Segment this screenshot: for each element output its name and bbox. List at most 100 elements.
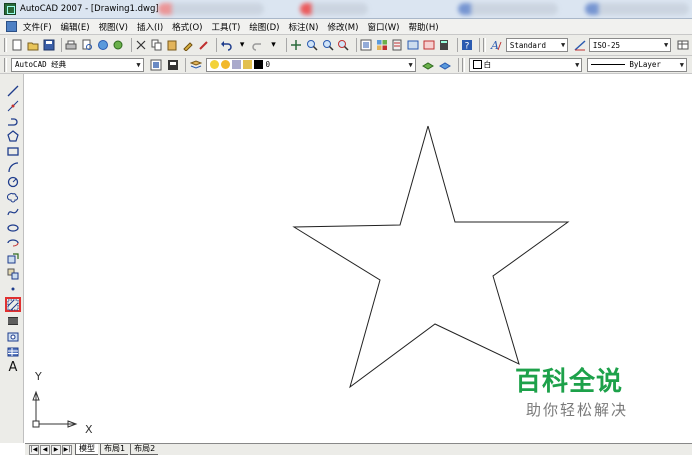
open-folder-icon[interactable] xyxy=(27,38,40,52)
make-object-layer-current-icon[interactable] xyxy=(421,58,435,72)
menu-help[interactable]: 帮助(H) xyxy=(409,21,439,33)
new-file-icon[interactable] xyxy=(11,38,24,52)
ellipse-arc-icon[interactable] xyxy=(6,236,20,249)
undo-dropdown-icon[interactable]: ▾ xyxy=(236,38,249,52)
autocad-app-icon[interactable] xyxy=(4,3,16,15)
chevron-down-icon: ▼ xyxy=(575,60,580,69)
dimension-style-select[interactable]: ISO-25 ▼ xyxy=(588,38,672,52)
tab-layout1[interactable]: 布局1 xyxy=(100,444,129,455)
menu-window[interactable]: 窗口(W) xyxy=(367,21,399,33)
viewport-freeze-icon[interactable] xyxy=(232,60,242,69)
spline-icon[interactable] xyxy=(6,205,20,218)
3d-dwf-icon[interactable] xyxy=(112,38,125,52)
polyline-icon[interactable] xyxy=(6,114,20,127)
cut-icon[interactable] xyxy=(135,38,148,52)
polygon-icon[interactable] xyxy=(6,129,20,142)
menu-dimension[interactable]: 标注(N) xyxy=(288,21,318,33)
point-icon[interactable] xyxy=(6,282,20,295)
toolbar-grip[interactable] xyxy=(483,38,487,52)
workspace-select[interactable]: AutoCAD 经典 ▼ xyxy=(11,57,144,72)
undo-icon[interactable] xyxy=(220,38,233,52)
menu-format[interactable]: 格式(O) xyxy=(172,21,202,33)
previous-tab-button[interactable]: ◀ xyxy=(40,444,50,455)
toolbar-grip[interactable] xyxy=(461,57,465,72)
make-block-icon[interactable] xyxy=(6,267,20,280)
text-style-icon[interactable]: A xyxy=(490,38,503,52)
sun-icon[interactable] xyxy=(221,60,231,69)
revision-cloud-icon[interactable] xyxy=(6,190,20,203)
save-icon[interactable] xyxy=(42,38,55,52)
layer-previous-icon[interactable] xyxy=(438,58,452,72)
linetype-control-select[interactable]: ByLayer ▼ xyxy=(587,57,687,72)
zoom-realtime-icon[interactable] xyxy=(305,38,318,52)
layer-manager-icon[interactable] xyxy=(189,58,203,72)
paste-icon[interactable] xyxy=(166,38,179,52)
calculator-icon[interactable] xyxy=(438,38,451,52)
menu-edit[interactable]: 编辑(E) xyxy=(61,21,90,33)
rectangle-icon[interactable] xyxy=(6,144,20,157)
tool-palettes-icon[interactable] xyxy=(391,38,404,52)
print-icon[interactable] xyxy=(65,38,78,52)
layer-select[interactable]: 0 ▼ xyxy=(206,57,416,72)
dimension-style-value: ISO-25 xyxy=(592,40,620,50)
design-center-icon[interactable] xyxy=(375,38,388,52)
chevron-down-icon: ▼ xyxy=(664,41,669,49)
toolbar-grip[interactable] xyxy=(4,57,7,72)
menu-modify[interactable]: 修改(M) xyxy=(327,21,358,33)
zoom-previous-icon[interactable] xyxy=(337,38,350,52)
properties-icon[interactable] xyxy=(360,38,373,52)
arc-icon[interactable] xyxy=(6,160,20,173)
match-properties-icon[interactable] xyxy=(182,38,195,52)
lock-icon[interactable] xyxy=(243,60,253,69)
layout-tab-bar: |◀ ◀ ▶ ▶| 模型 布局1 布局2 xyxy=(25,443,692,455)
multiline-text-icon[interactable]: A xyxy=(6,360,20,375)
dimension-style-icon[interactable] xyxy=(573,38,586,52)
toolbar-separator xyxy=(61,38,62,52)
text-style-select[interactable]: Standard ▼ xyxy=(505,38,569,52)
first-tab-button[interactable]: |◀ xyxy=(29,444,39,455)
print-preview-icon[interactable] xyxy=(81,38,94,52)
menu-view[interactable]: 视图(V) xyxy=(99,21,128,33)
gradient-icon[interactable] xyxy=(6,314,20,327)
insert-block-icon[interactable] xyxy=(6,252,20,265)
linetype-value: ByLayer xyxy=(629,60,661,69)
markup-set-manager-icon[interactable] xyxy=(422,38,435,52)
workspace-settings-icon[interactable] xyxy=(149,58,163,72)
chevron-down-icon: ▼ xyxy=(408,60,413,69)
draw-toolbar: A xyxy=(0,74,24,443)
star-shape[interactable] xyxy=(292,125,570,389)
help-icon[interactable]: ? xyxy=(461,38,474,52)
ellipse-icon[interactable] xyxy=(6,221,20,234)
document-icon[interactable] xyxy=(6,21,17,32)
last-tab-button[interactable]: ▶| xyxy=(62,444,72,455)
menu-insert[interactable]: 插入(I) xyxy=(137,21,163,33)
menu-file[interactable]: 文件(F) xyxy=(23,21,52,33)
line-icon[interactable] xyxy=(6,84,20,97)
region-icon[interactable] xyxy=(6,330,20,343)
construction-line-icon[interactable] xyxy=(6,99,20,112)
table-icon[interactable] xyxy=(6,345,20,358)
color-control-select[interactable]: 白 ▼ xyxy=(468,57,583,72)
tab-layout2[interactable]: 布局2 xyxy=(130,444,159,455)
circle-icon[interactable] xyxy=(6,175,20,188)
next-tab-button[interactable]: ▶ xyxy=(51,444,61,455)
publish-icon[interactable] xyxy=(96,38,109,52)
layer-color-swatch xyxy=(254,60,264,69)
block-editor-icon[interactable] xyxy=(197,38,210,52)
menu-tools[interactable]: 工具(T) xyxy=(211,21,240,33)
toolbar-separator xyxy=(457,57,459,72)
redo-icon[interactable] xyxy=(251,38,264,52)
workspace-save-icon[interactable] xyxy=(166,58,180,72)
lightbulb-icon[interactable] xyxy=(210,60,220,69)
hatch-icon[interactable] xyxy=(5,297,21,312)
redo-dropdown-icon[interactable]: ▾ xyxy=(267,38,280,52)
title-bar: AutoCAD 2007 - [Drawing1.dwg] xyxy=(0,0,692,19)
table-style-icon[interactable] xyxy=(676,38,689,52)
toolbar-grip[interactable] xyxy=(4,38,7,52)
sheet-set-manager-icon[interactable] xyxy=(407,38,420,52)
pan-icon[interactable] xyxy=(290,38,303,52)
menu-draw[interactable]: 绘图(D) xyxy=(249,21,279,33)
copy-icon[interactable] xyxy=(150,38,163,52)
tab-model[interactable]: 模型 xyxy=(75,444,98,455)
zoom-window-icon[interactable] xyxy=(321,38,334,52)
